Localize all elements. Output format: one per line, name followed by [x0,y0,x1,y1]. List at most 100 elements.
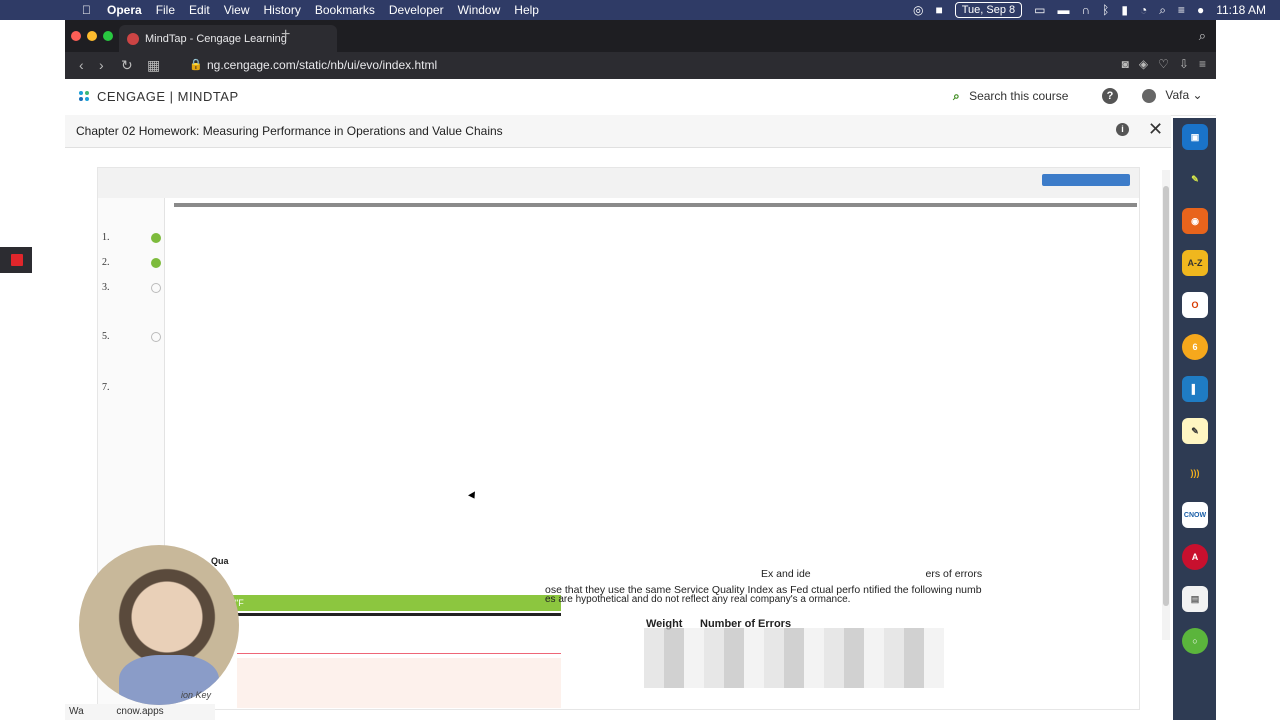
status-text: Wa [69,706,84,717]
question-number: 3. [102,282,110,293]
question-item-1[interactable]: 1. [98,226,164,250]
url-field[interactable]: ng.cengage.com/static/nb/ui/evo/index.ht… [207,58,437,72]
check-circle-icon [151,258,161,268]
menu-app-name[interactable]: Opera [107,3,142,17]
question-item-2[interactable]: 2. [98,251,164,275]
question-number: 7. [102,382,110,393]
macos-menubar:  Opera File Edit View History Bookmarks… [0,0,1280,20]
siri-icon[interactable]: ● [1197,3,1204,17]
window-icon[interactable]: ▭ [1034,3,1045,17]
user-name: Vafa [1165,88,1190,102]
search-course-button[interactable]: ⌕ Search this course [953,89,1068,104]
close-activity-button[interactable]: ✕ [1148,119,1163,140]
control-center-icon[interactable]: ≡ [1178,3,1185,17]
question-text-line3b: ormance. [808,594,851,605]
apple-icon[interactable]:  [82,3,91,17]
reload-icon[interactable]: ↻ [121,57,133,74]
a-z-icon[interactable]: A-Z [1182,250,1208,276]
webcam-overlay [79,545,239,705]
question-number: 2. [102,257,110,268]
stop-record-icon [11,254,23,266]
blurred-table-values [644,628,944,688]
question-item-5[interactable]: 5. [98,325,164,349]
office-icon[interactable]: O [1182,292,1208,318]
question-text-2: es are hypothetical and do not reflect a… [545,594,850,605]
menu-edit[interactable]: Edit [189,3,210,17]
menu-bookmarks[interactable]: Bookmarks [315,3,375,17]
menu-file[interactable]: File [156,3,175,17]
browser-status-bar: Wa cnow.apps [65,704,215,720]
check-circle-icon [151,233,161,243]
menu-help[interactable]: Help [514,3,539,17]
record-indicator[interactable] [0,247,32,273]
readspeaker-icon[interactable]: ))) [1182,460,1208,486]
sqi-label-text: Qua [211,556,229,566]
download-icon[interactable]: ⇩ [1179,57,1189,71]
cengage-logo-icon [79,91,89,101]
camera-icon[interactable]: ■ [936,3,943,17]
user-avatar-icon [1142,88,1156,103]
grading-button[interactable] [1042,174,1130,186]
menubar-date[interactable]: Tue, Sep 8 [954,2,1023,18]
address-bar: ‹ › ↻ ▦ 🔒 ng.cengage.com/static/nb/ui/ev… [65,52,1216,79]
browser-tab[interactable]: MindTap - Cengage Learning [119,25,337,52]
briefcase-icon[interactable]: ▣ [1182,124,1208,150]
bluetooth-icon[interactable]: ᛒ [1102,3,1109,17]
menu-view[interactable]: View [224,3,250,17]
info-icon[interactable]: i [1116,123,1129,136]
back-icon[interactable]: ‹ [79,57,84,73]
cnow-icon[interactable]: CNOW [1182,502,1208,528]
desktop-right [1216,20,1280,720]
menu-window[interactable]: Window [458,3,501,17]
tab-bar: MindTap - Cengage Learning + ⌕ [65,20,1216,52]
close-window-button[interactable] [71,31,81,41]
notebook-icon[interactable]: ▤ [1182,586,1208,612]
question-text-line1e: ers of errors [925,568,983,580]
search-course-label: Search this course [969,89,1069,103]
progress-divider [174,203,1137,207]
page-scrollbar[interactable] [1162,170,1170,640]
flag-icon[interactable]: ▬ [1058,3,1070,17]
help-icon[interactable]: ? [1102,88,1118,104]
forward-icon[interactable]: › [99,57,104,73]
sync-icon[interactable]: ◎ [913,3,923,17]
aplia-icon[interactable]: A [1182,544,1208,570]
empty-circle-icon [151,283,161,293]
minimize-window-button[interactable] [87,31,97,41]
notes-icon[interactable]: ✎ [1182,418,1208,444]
menu-history[interactable]: History [264,3,301,17]
six-icon[interactable]: 6 [1182,334,1208,360]
menu-icon[interactable]: ≡ [1199,57,1206,71]
scrollbar-thumb[interactable] [1163,186,1169,606]
shield-icon[interactable]: ◈ [1139,57,1148,71]
headphones-icon[interactable]: ∩ [1082,3,1091,17]
rss-icon[interactable]: ◉ [1182,208,1208,234]
empty-circle-icon [151,332,161,342]
tab-title: MindTap - Cengage Learning [145,32,287,45]
mindtap-favicon-icon [127,32,139,45]
snapshot-icon[interactable]: ◙ [1122,57,1129,71]
green-circle-icon[interactable]: ○ [1182,628,1208,654]
heart-icon[interactable]: ♡ [1158,57,1169,71]
menu-developer[interactable]: Developer [389,3,444,17]
wifi-icon[interactable]: ◔ [1140,3,1147,17]
battery-icon[interactable]: ▮ [1121,3,1128,17]
zoom-window-button[interactable] [103,31,113,41]
tab-search-icon[interactable]: ⌕ [1199,28,1206,44]
menubar-status-area: ◎ ■ Tue, Sep 8 ▭ ▬ ∩ ᛒ ▮ ◔ ⌕ ≡ ● 11:18 A… [913,0,1266,20]
question-item-7[interactable]: 7. [98,376,164,400]
new-tab-button[interactable]: + [281,26,290,44]
menubar-time[interactable]: 11:18 AM [1216,3,1266,17]
user-menu[interactable]: Vafa ⌄ [1142,88,1203,103]
question-item-3[interactable]: 3. [98,276,164,300]
desktop-left [0,20,65,720]
tabs-grid-icon[interactable]: ▦ [147,57,160,74]
question-list-header [104,200,154,212]
mindtap-header: CENGAGE | MINDTAP ⌕ Search this course ?… [65,79,1216,116]
pencil-icon[interactable]: ✎ [1182,166,1208,192]
book-icon[interactable]: ▌ [1182,376,1208,402]
brand-logo-text[interactable]: CENGAGE | MINDTAP [97,89,239,104]
search-icon[interactable]: ⌕ [1159,3,1166,18]
question-text-line3: es are hypothetical and do not reflect a… [545,594,806,605]
action-key-label: ion Key [181,690,212,700]
